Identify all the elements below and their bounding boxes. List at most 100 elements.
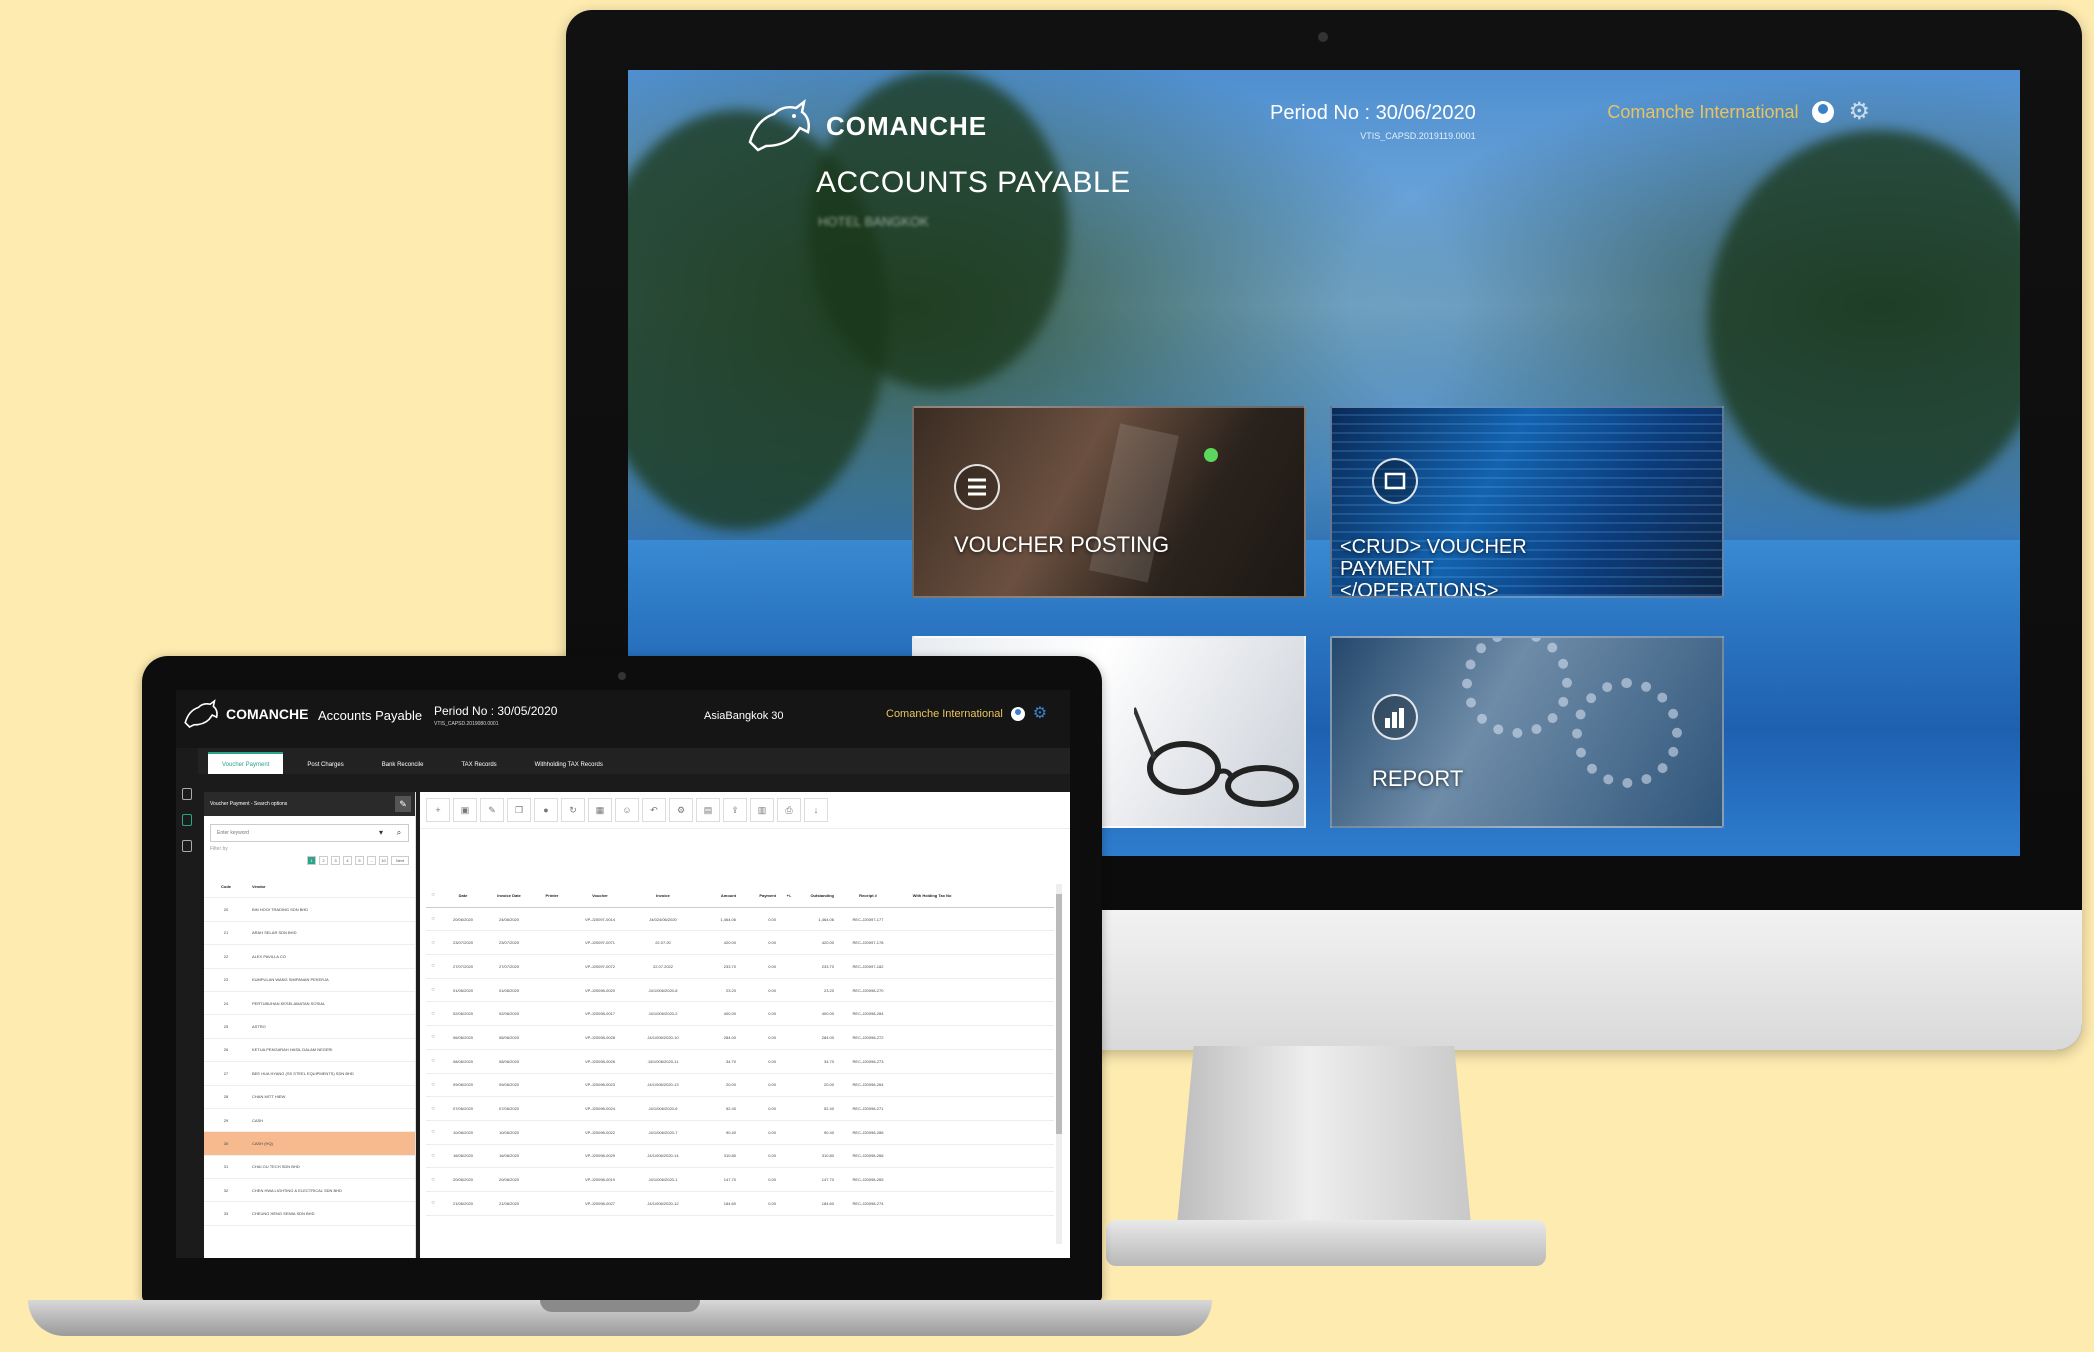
row-checkbox[interactable]: ○ [426, 1153, 440, 1159]
row-checkbox[interactable]: ○ [426, 1106, 440, 1112]
table-row[interactable]: ○ 06/06/2020 06/06/2020 VP-J20098-0028 J4/1/… [426, 1026, 1054, 1050]
user-name[interactable]: Comanche International [886, 708, 1003, 720]
edit-icon[interactable]: ✎ [480, 798, 504, 822]
column-header[interactable]: Printer [532, 893, 572, 898]
table-row[interactable]: ○ 07/06/2020 07/06/2020 VP-J20098-0024 J4/1/… [426, 1097, 1054, 1121]
vendor-row[interactable]: 23 KUMPULAN WANG SIMPANAN PEKERJA [204, 969, 415, 992]
table-row[interactable]: ○ 20/06/2020 24/06/2020 VP-J20097-0014 J4/02… [426, 908, 1054, 932]
column-header[interactable]: Payment [742, 893, 782, 898]
save-icon[interactable]: ▣ [453, 798, 477, 822]
column-header[interactable]: Amount [698, 893, 742, 898]
tab-bank-reconcile[interactable]: Bank Reconcile [368, 754, 438, 774]
vendor-row[interactable]: 30 CASH (HQ) [204, 1132, 415, 1156]
vendor-row[interactable]: 33 CHEUNG HENG SEMIA SDN BHD [204, 1202, 415, 1226]
table-row[interactable]: ○ 08/06/2020 08/06/2020 VP-J20098-0026 J4/1/… [426, 1050, 1054, 1074]
vendor-row[interactable]: 24 PERTUBUHAN KESELAMATAN SOSIAL [204, 992, 415, 1016]
vendor-row[interactable]: 21 ARAH SELAR SDN BHD [204, 922, 415, 946]
document-icon[interactable]: ▤ [696, 798, 720, 822]
table-row[interactable]: ○ 10/06/2020 10/06/2020 VP-J20098-0022 J4/1/… [426, 1121, 1054, 1145]
table-row[interactable]: ○ 20/06/2020 20/06/2020 VP-J20098-0019 J4/1/… [426, 1168, 1054, 1192]
calendar-icon[interactable]: ▦ [588, 798, 612, 822]
column-header[interactable]: +/- [782, 893, 796, 898]
tile-voucher-payment[interactable]: <CRUD> VOUCHER PAYMENT </OPERATIONS> [1330, 406, 1724, 598]
delete-icon[interactable]: ● [534, 798, 558, 822]
column-header[interactable]: Date [440, 893, 486, 898]
download-icon[interactable]: ↓ [804, 798, 828, 822]
export-icon[interactable]: ⇪ [723, 798, 747, 822]
table-row[interactable]: ○ 01/06/2020 01/06/2020 VP-J20098-0020 J4/1/… [426, 979, 1054, 1003]
edit-icon[interactable]: ✎ [395, 796, 411, 812]
table-row[interactable]: ○ 09/06/2020 09/06/2020 VP-J20098-0023 J4/1/… [426, 1074, 1054, 1098]
vendor-row[interactable]: 25 ASTRO [204, 1015, 415, 1039]
page-button[interactable]: 5 [355, 856, 364, 865]
page-button[interactable]: 10 [379, 856, 388, 865]
vendor-row[interactable]: 28 CHAN MITT HIEW [204, 1086, 415, 1109]
column-header[interactable]: Vendor [248, 884, 415, 889]
vendor-row[interactable]: 31 CHAI OU TECH SDN BHD [204, 1156, 415, 1180]
row-checkbox[interactable]: ○ [426, 1082, 440, 1088]
user-avatar-icon[interactable] [1812, 101, 1835, 123]
refresh-icon[interactable]: ↻ [561, 798, 585, 822]
report-icon[interactable] [182, 840, 192, 852]
vendor-row[interactable]: 26 KETUA PENGARAH HASIL DALAM NEGERI [204, 1039, 415, 1063]
table-row[interactable]: ○ 27/07/2020 27/07/2020 VP-J20097-0072 22.07… [426, 955, 1054, 979]
page-button[interactable]: Next [391, 856, 409, 865]
row-checkbox[interactable]: ○ [426, 1058, 440, 1064]
vendor-row[interactable]: 32 CHEN HWA LIGHTING & ELECTRICAL SDN BHD [204, 1179, 415, 1203]
user-name[interactable]: Comanche International [1607, 102, 1798, 123]
column-header[interactable]: Code [204, 884, 248, 889]
row-checkbox[interactable]: ○ [426, 916, 440, 922]
row-checkbox[interactable]: ○ [426, 1200, 440, 1206]
column-header[interactable]: Receipt # [840, 893, 896, 898]
row-checkbox[interactable]: ○ [426, 1034, 440, 1040]
tab-tax-records[interactable]: TAX Records [447, 754, 510, 774]
lock-icon[interactable]: ▥ [750, 798, 774, 822]
tile-report[interactable]: REPORT [1330, 636, 1724, 828]
page-button[interactable]: 1 [307, 856, 316, 865]
column-header[interactable]: Invoice Date [486, 893, 532, 898]
voucher-icon[interactable] [182, 814, 192, 826]
column-header[interactable]: Voucher [572, 893, 628, 898]
search-input[interactable] [211, 825, 372, 841]
vendor-row[interactable]: 22 ALEX PAVILLA CO [204, 945, 415, 969]
app-logo[interactable]: COMANCHE [744, 98, 987, 154]
page-button[interactable]: 2 [319, 856, 328, 865]
vendor-row[interactable]: 20 BIN HOOI TRADING SDN BHD [204, 898, 415, 922]
user-icon[interactable]: ☺ [615, 798, 639, 822]
page-button[interactable]: 3 [331, 856, 340, 865]
table-row[interactable]: ○ 21/06/2020 21/06/2020 VP-J20098-0027 J4/1/… [426, 1192, 1054, 1216]
app-logo[interactable]: COMANCHE [182, 698, 308, 730]
row-checkbox[interactable]: ○ [426, 1177, 440, 1183]
column-header[interactable]: Outstanding [796, 893, 840, 898]
tab-voucher-payment[interactable]: Voucher Payment [208, 752, 284, 774]
table-row[interactable]: ○ 02/06/2020 02/06/2020 VP-J20098-0017 J4/1/… [426, 1002, 1054, 1027]
table-row[interactable]: ○ 16/06/2020 16/06/2020 VP-J20098-0029 J4/1/… [426, 1145, 1054, 1169]
user-avatar-icon[interactable] [1010, 707, 1025, 721]
share-icon[interactable]: ⚙ [1033, 706, 1047, 722]
row-checkbox[interactable]: ○ [426, 1011, 440, 1017]
page-button[interactable]: ... [367, 856, 376, 865]
scrollbar-thumb[interactable] [1056, 894, 1062, 1134]
vendor-row[interactable]: 27 BEE HUA HYANG (SS STEEL EQUIPMENTS) SD… [204, 1062, 415, 1086]
filter-label[interactable]: Filter by [204, 842, 415, 856]
settings-icon[interactable]: ⚙ [669, 798, 693, 822]
grid-scrollbar[interactable] [1056, 884, 1062, 1244]
row-checkbox[interactable]: ○ [426, 987, 440, 993]
copy-icon[interactable]: ❐ [507, 798, 531, 822]
search-icon[interactable]: ⌕ [390, 825, 408, 841]
add-icon[interactable]: + [426, 798, 450, 822]
share-icon[interactable]: ⚙ [1848, 100, 1870, 124]
row-checkbox[interactable]: ○ [426, 940, 440, 946]
tab-post-charges[interactable]: Post Charges [293, 754, 357, 774]
tab-withholding-tax-records[interactable]: Withholding TAX Records [521, 754, 617, 774]
table-row[interactable]: ○ 23/07/2020 23/07/2020 VP-J20097-0071 22.07… [426, 931, 1054, 956]
vendor-row[interactable]: 29 CASH [204, 1109, 415, 1133]
tile-voucher-posting[interactable]: VOUCHER POSTING [912, 406, 1306, 598]
document-icon[interactable] [182, 788, 192, 800]
print-icon[interactable]: ⎙ [777, 798, 801, 822]
column-header[interactable]: Invoice [628, 893, 698, 898]
dropdown-icon[interactable]: ▾ [372, 825, 390, 841]
column-header[interactable]: With Holding Tax No [896, 893, 968, 898]
row-checkbox[interactable]: ○ [426, 963, 440, 969]
page-button[interactable]: 4 [343, 856, 352, 865]
